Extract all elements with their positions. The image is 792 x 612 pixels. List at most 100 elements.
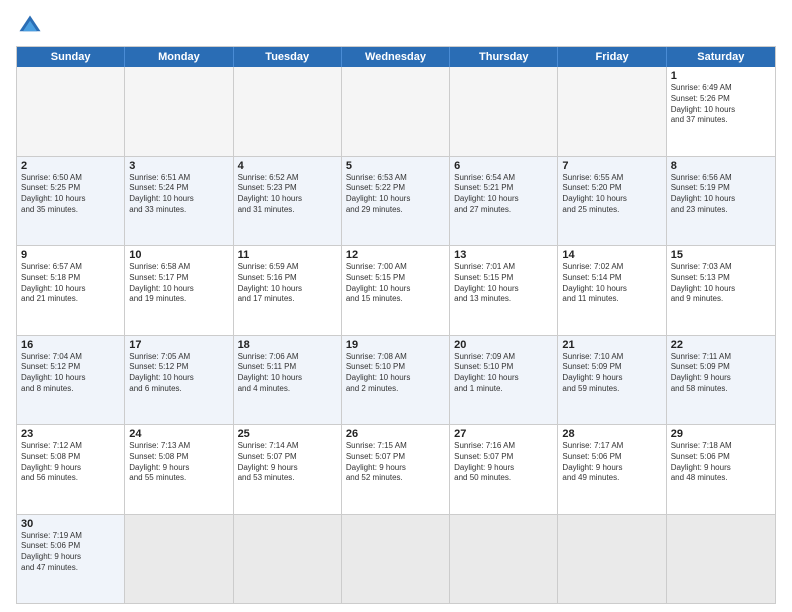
day-number: 7 [562,160,661,172]
day-number: 23 [21,428,120,440]
header-day-monday: Monday [125,47,233,67]
day-info: Sunrise: 7:17 AM Sunset: 5:06 PM Dayligh… [562,441,661,484]
day-info: Sunrise: 7:13 AM Sunset: 5:08 PM Dayligh… [129,441,228,484]
calendar-cell: 6Sunrise: 6:54 AM Sunset: 5:21 PM Daylig… [450,157,558,246]
calendar-cell: 29Sunrise: 7:18 AM Sunset: 5:06 PM Dayli… [667,425,775,514]
day-info: Sunrise: 6:49 AM Sunset: 5:26 PM Dayligh… [671,83,771,126]
day-info: Sunrise: 6:58 AM Sunset: 5:17 PM Dayligh… [129,262,228,305]
day-number: 9 [21,249,120,261]
calendar-cell [558,515,666,604]
day-number: 27 [454,428,553,440]
calendar-cell: 26Sunrise: 7:15 AM Sunset: 5:07 PM Dayli… [342,425,450,514]
day-info: Sunrise: 7:19 AM Sunset: 5:06 PM Dayligh… [21,531,120,574]
calendar-cell: 20Sunrise: 7:09 AM Sunset: 5:10 PM Dayli… [450,336,558,425]
calendar-cell [342,67,450,156]
calendar-row-0: 1Sunrise: 6:49 AM Sunset: 5:26 PM Daylig… [17,67,775,157]
calendar-cell: 24Sunrise: 7:13 AM Sunset: 5:08 PM Dayli… [125,425,233,514]
day-number: 15 [671,249,771,261]
day-info: Sunrise: 7:15 AM Sunset: 5:07 PM Dayligh… [346,441,445,484]
calendar-cell: 15Sunrise: 7:03 AM Sunset: 5:13 PM Dayli… [667,246,775,335]
header-day-saturday: Saturday [667,47,775,67]
day-number: 17 [129,339,228,351]
day-number: 13 [454,249,553,261]
calendar: SundayMondayTuesdayWednesdayThursdayFrid… [16,46,776,604]
calendar-cell: 13Sunrise: 7:01 AM Sunset: 5:15 PM Dayli… [450,246,558,335]
day-number: 11 [238,249,337,261]
day-info: Sunrise: 7:09 AM Sunset: 5:10 PM Dayligh… [454,352,553,395]
calendar-cell: 17Sunrise: 7:05 AM Sunset: 5:12 PM Dayli… [125,336,233,425]
day-info: Sunrise: 7:08 AM Sunset: 5:10 PM Dayligh… [346,352,445,395]
calendar-cell: 16Sunrise: 7:04 AM Sunset: 5:12 PM Dayli… [17,336,125,425]
day-number: 21 [562,339,661,351]
logo-icon [16,12,44,40]
header-day-thursday: Thursday [450,47,558,67]
header [16,12,776,40]
calendar-cell: 8Sunrise: 6:56 AM Sunset: 5:19 PM Daylig… [667,157,775,246]
calendar-cell: 10Sunrise: 6:58 AM Sunset: 5:17 PM Dayli… [125,246,233,335]
day-number: 16 [21,339,120,351]
calendar-cell [125,67,233,156]
day-number: 1 [671,70,771,82]
day-number: 4 [238,160,337,172]
day-info: Sunrise: 7:02 AM Sunset: 5:14 PM Dayligh… [562,262,661,305]
calendar-cell: 9Sunrise: 6:57 AM Sunset: 5:18 PM Daylig… [17,246,125,335]
day-info: Sunrise: 7:10 AM Sunset: 5:09 PM Dayligh… [562,352,661,395]
day-info: Sunrise: 7:06 AM Sunset: 5:11 PM Dayligh… [238,352,337,395]
day-number: 12 [346,249,445,261]
calendar-cell: 11Sunrise: 6:59 AM Sunset: 5:16 PM Dayli… [234,246,342,335]
calendar-cell: 25Sunrise: 7:14 AM Sunset: 5:07 PM Dayli… [234,425,342,514]
calendar-cell [342,515,450,604]
day-info: Sunrise: 7:18 AM Sunset: 5:06 PM Dayligh… [671,441,771,484]
calendar-cell: 1Sunrise: 6:49 AM Sunset: 5:26 PM Daylig… [667,67,775,156]
calendar-cell: 30Sunrise: 7:19 AM Sunset: 5:06 PM Dayli… [17,515,125,604]
day-number: 8 [671,160,771,172]
calendar-cell: 12Sunrise: 7:00 AM Sunset: 5:15 PM Dayli… [342,246,450,335]
header-day-wednesday: Wednesday [342,47,450,67]
calendar-cell: 3Sunrise: 6:51 AM Sunset: 5:24 PM Daylig… [125,157,233,246]
calendar-cell: 4Sunrise: 6:52 AM Sunset: 5:23 PM Daylig… [234,157,342,246]
day-info: Sunrise: 6:53 AM Sunset: 5:22 PM Dayligh… [346,173,445,216]
calendar-cell [558,67,666,156]
day-number: 18 [238,339,337,351]
day-info: Sunrise: 6:57 AM Sunset: 5:18 PM Dayligh… [21,262,120,305]
header-day-tuesday: Tuesday [234,47,342,67]
day-number: 2 [21,160,120,172]
calendar-cell: 14Sunrise: 7:02 AM Sunset: 5:14 PM Dayli… [558,246,666,335]
day-number: 24 [129,428,228,440]
calendar-row-2: 9Sunrise: 6:57 AM Sunset: 5:18 PM Daylig… [17,246,775,336]
header-day-sunday: Sunday [17,47,125,67]
day-info: Sunrise: 6:54 AM Sunset: 5:21 PM Dayligh… [454,173,553,216]
day-number: 5 [346,160,445,172]
page: SundayMondayTuesdayWednesdayThursdayFrid… [0,0,792,612]
day-info: Sunrise: 6:51 AM Sunset: 5:24 PM Dayligh… [129,173,228,216]
day-number: 25 [238,428,337,440]
day-number: 10 [129,249,228,261]
day-number: 6 [454,160,553,172]
header-day-friday: Friday [558,47,666,67]
day-info: Sunrise: 6:52 AM Sunset: 5:23 PM Dayligh… [238,173,337,216]
calendar-cell [17,67,125,156]
day-number: 29 [671,428,771,440]
calendar-cell [667,515,775,604]
day-info: Sunrise: 6:55 AM Sunset: 5:20 PM Dayligh… [562,173,661,216]
day-number: 22 [671,339,771,351]
day-info: Sunrise: 7:11 AM Sunset: 5:09 PM Dayligh… [671,352,771,395]
day-info: Sunrise: 6:56 AM Sunset: 5:19 PM Dayligh… [671,173,771,216]
calendar-cell: 19Sunrise: 7:08 AM Sunset: 5:10 PM Dayli… [342,336,450,425]
day-info: Sunrise: 7:14 AM Sunset: 5:07 PM Dayligh… [238,441,337,484]
day-info: Sunrise: 7:16 AM Sunset: 5:07 PM Dayligh… [454,441,553,484]
calendar-cell: 5Sunrise: 6:53 AM Sunset: 5:22 PM Daylig… [342,157,450,246]
calendar-row-5: 30Sunrise: 7:19 AM Sunset: 5:06 PM Dayli… [17,515,775,604]
calendar-cell: 28Sunrise: 7:17 AM Sunset: 5:06 PM Dayli… [558,425,666,514]
day-info: Sunrise: 7:12 AM Sunset: 5:08 PM Dayligh… [21,441,120,484]
day-info: Sunrise: 6:59 AM Sunset: 5:16 PM Dayligh… [238,262,337,305]
calendar-cell: 22Sunrise: 7:11 AM Sunset: 5:09 PM Dayli… [667,336,775,425]
calendar-cell [234,515,342,604]
calendar-body: 1Sunrise: 6:49 AM Sunset: 5:26 PM Daylig… [17,67,775,603]
calendar-row-4: 23Sunrise: 7:12 AM Sunset: 5:08 PM Dayli… [17,425,775,515]
calendar-cell [450,67,558,156]
calendar-row-1: 2Sunrise: 6:50 AM Sunset: 5:25 PM Daylig… [17,157,775,247]
calendar-cell [450,515,558,604]
day-number: 20 [454,339,553,351]
day-info: Sunrise: 6:50 AM Sunset: 5:25 PM Dayligh… [21,173,120,216]
